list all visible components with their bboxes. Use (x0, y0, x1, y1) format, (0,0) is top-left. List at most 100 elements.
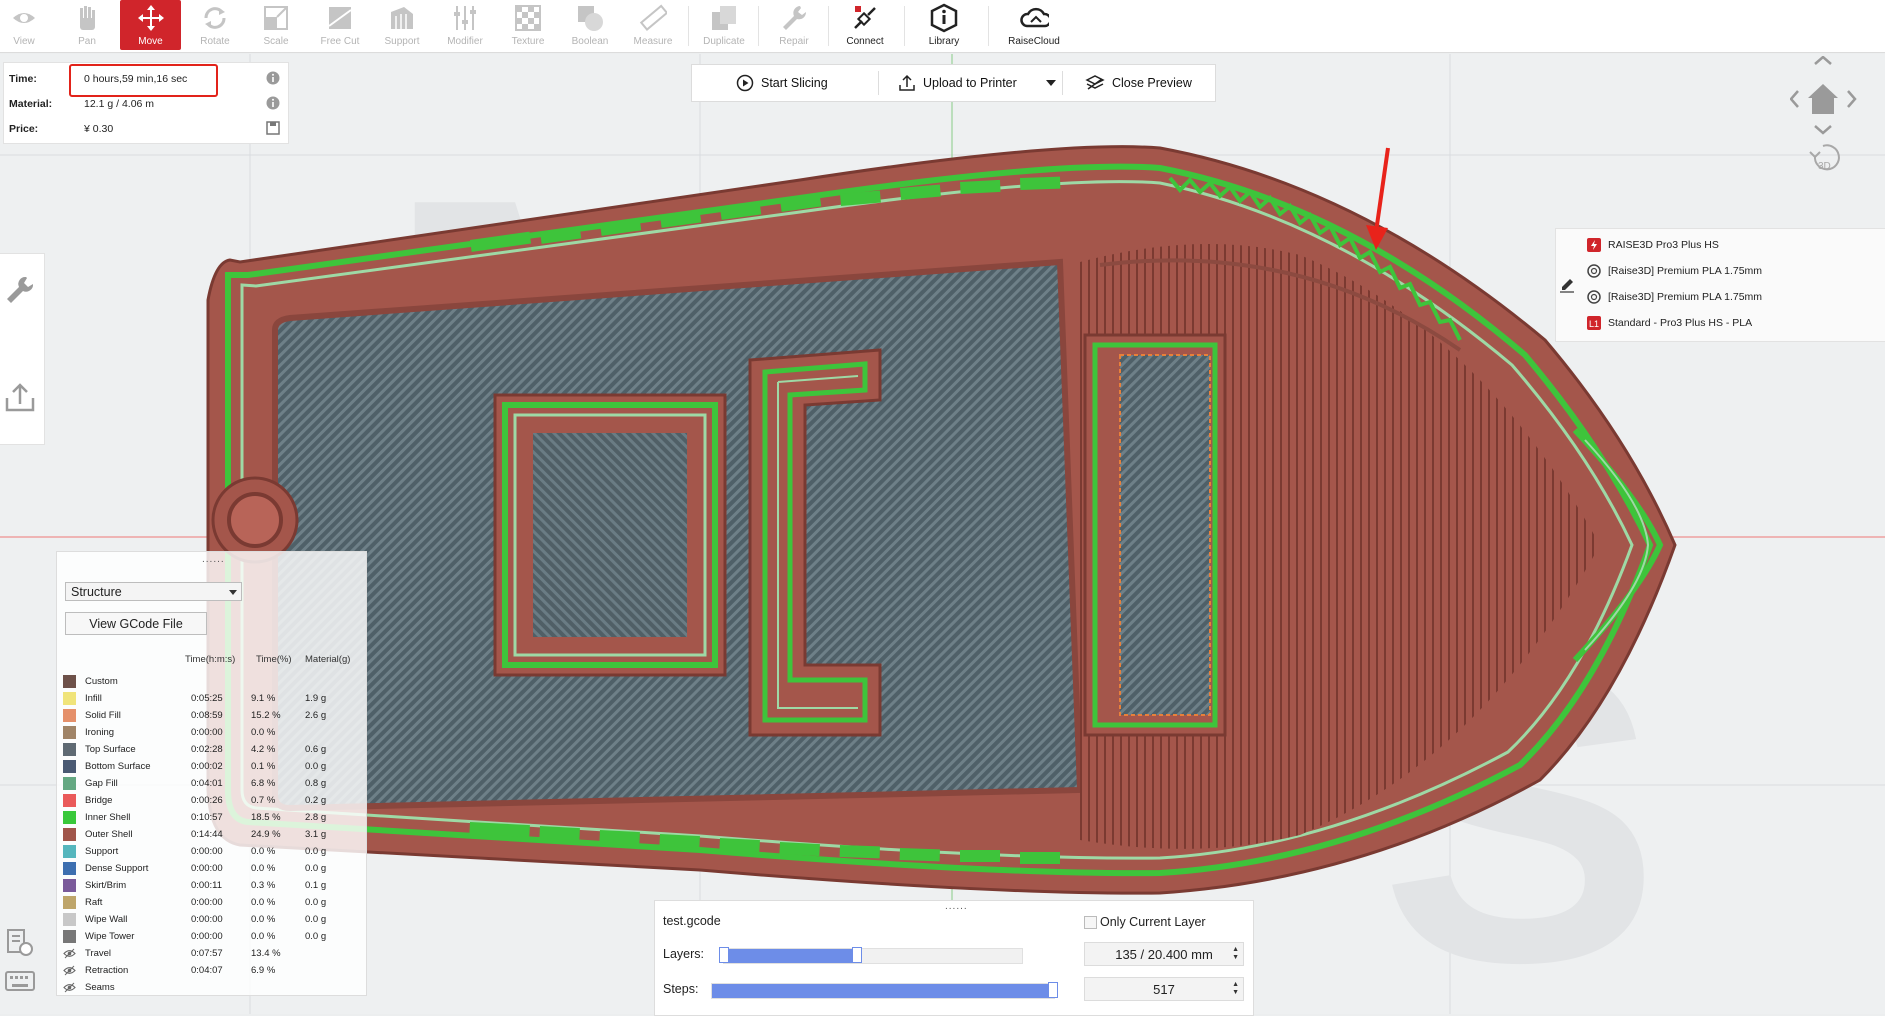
legend-row[interactable]: Wipe Wall 0:00:00 0.0 % 0.0 g (63, 911, 363, 928)
color-swatch[interactable] (63, 726, 76, 739)
modifier-tool-button[interactable]: Modifier (443, 0, 487, 50)
library-button[interactable]: Library (922, 0, 966, 50)
filament-right-row[interactable]: [Raise3D] Premium PLA 1.75mm (1586, 287, 1762, 307)
legend-row[interactable]: Inner Shell 0:10:57 18.5 % 2.8 g (63, 809, 363, 826)
legend-row[interactable]: Solid Fill 0:08:59 15.2 % 2.6 g (63, 707, 363, 724)
legend-row[interactable]: Seams (63, 979, 363, 996)
layers-value-field[interactable]: 135 / 20.400 mm ▲ ▼ (1084, 942, 1244, 966)
visibility-icon[interactable] (63, 947, 76, 960)
stepper-arrows-icon[interactable]: ▲ ▼ (1232, 946, 1239, 962)
repair-tool-button[interactable]: Repair (774, 0, 814, 50)
legend-row[interactable]: Custom (63, 673, 363, 690)
boolean-icon (575, 3, 605, 33)
legend-row[interactable]: Bridge 0:00:26 0.7 % 0.2 g (63, 792, 363, 809)
view-gcode-button[interactable]: View GCode File (65, 612, 207, 635)
view-up-icon[interactable] (1814, 55, 1832, 65)
color-swatch[interactable] (63, 896, 76, 909)
boolean-tool-button[interactable]: Boolean (568, 0, 612, 50)
rotate-tool-button[interactable]: Rotate (195, 0, 235, 50)
raisecloud-button[interactable]: RaiseCloud (1004, 0, 1064, 50)
color-swatch[interactable] (63, 794, 76, 807)
legend-row[interactable]: Top Surface 0:02:28 4.2 % 0.6 g (63, 741, 363, 758)
legend-row[interactable]: Retraction 0:04:07 6.9 % (63, 962, 363, 979)
color-swatch[interactable] (63, 675, 76, 688)
color-swatch[interactable] (63, 930, 76, 943)
color-swatch[interactable] (63, 828, 76, 841)
view-down-icon[interactable] (1814, 125, 1832, 135)
printer-row[interactable]: RAISE3D Pro3 Plus HS (1586, 235, 1719, 255)
legend-time: 0:00:26 (191, 795, 223, 806)
support-icon (387, 3, 417, 33)
filament-spool-icon (1586, 289, 1602, 305)
duplicate-icon (709, 3, 739, 33)
legend-row[interactable]: Wipe Tower 0:00:00 0.0 % 0.0 g (63, 928, 363, 945)
steps-slider-handle[interactable] (1048, 982, 1058, 998)
export-icon[interactable] (4, 381, 36, 413)
legend-row[interactable]: Gap Fill 0:04:01 6.8 % 0.8 g (63, 775, 363, 792)
support-tool-button[interactable]: Support (380, 0, 424, 50)
only-current-layer-checkbox[interactable] (1084, 916, 1097, 929)
drag-handle[interactable]: ...... (945, 901, 968, 912)
color-swatch[interactable] (63, 777, 76, 790)
save-icon[interactable] (266, 121, 280, 135)
home-view-icon[interactable] (1808, 84, 1838, 114)
legend-row[interactable]: Bottom Surface 0:00:02 0.1 % 0.0 g (63, 758, 363, 775)
legend-row[interactable]: Support 0:00:00 0.0 % 0.0 g (63, 843, 363, 860)
visibility-icon[interactable] (63, 981, 76, 994)
color-swatch[interactable] (63, 709, 76, 722)
move-tool-button[interactable]: Move (120, 0, 181, 50)
view-left-icon[interactable] (1789, 90, 1799, 108)
scale-tool-button[interactable]: Scale (258, 0, 294, 50)
legend-row[interactable]: Travel 0:07:57 13.4 % (63, 945, 363, 962)
legend-name: Bridge (85, 795, 113, 806)
duplicate-tool-button[interactable]: Duplicate (699, 0, 749, 50)
drag-handle[interactable]: ...... (202, 554, 225, 565)
legend-name: Raft (85, 897, 103, 908)
measure-icon (638, 3, 668, 33)
task-list-icon[interactable] (5, 928, 35, 958)
view-tool-button[interactable]: View (6, 0, 42, 50)
wrench-icon[interactable] (4, 274, 36, 306)
legend-row[interactable]: Infill 0:05:25 9.1 % 1.9 g (63, 690, 363, 707)
color-swatch[interactable] (63, 760, 76, 773)
layers-slider[interactable] (723, 948, 1023, 964)
steps-value-field[interactable]: 517 ▲ ▼ (1084, 977, 1244, 1001)
legend-row[interactable]: Outer Shell 0:14:44 24.9 % 3.1 g (63, 826, 363, 843)
filament-left-row[interactable]: [Raise3D] Premium PLA 1.75mm (1586, 261, 1762, 281)
layers-slider-min-handle[interactable] (719, 947, 729, 963)
display-mode-select[interactable]: Structure (65, 582, 242, 601)
visibility-icon[interactable] (63, 964, 76, 977)
view-right-icon[interactable] (1847, 90, 1857, 108)
close-preview-button[interactable]: Close Preview (1085, 65, 1192, 101)
edit-pencil-icon[interactable] (1559, 277, 1575, 293)
info-icon[interactable] (266, 96, 280, 110)
legend-material: 2.6 g (305, 710, 327, 721)
keyboard-icon[interactable] (5, 970, 35, 994)
color-swatch[interactable] (63, 913, 76, 926)
layers-slider-max-handle[interactable] (852, 947, 863, 963)
legend-time: 0:00:00 (191, 727, 223, 738)
free-cut-tool-button[interactable]: Free Cut (315, 0, 365, 50)
start-slicing-button[interactable]: Start Slicing (736, 65, 828, 101)
upload-to-printer-button[interactable]: Upload to Printer (898, 65, 1017, 101)
info-icon[interactable] (266, 71, 280, 85)
pan-tool-button[interactable]: Pan (69, 0, 105, 50)
3d-view-icon[interactable]: 3D (1809, 144, 1840, 172)
legend-row[interactable]: Ironing 0:00:00 0.0 % (63, 724, 363, 741)
legend-row[interactable]: Dense Support 0:00:00 0.0 % 0.0 g (63, 860, 363, 877)
legend-row[interactable]: Skirt/Brim 0:00:11 0.3 % 0.1 g (63, 877, 363, 894)
measure-tool-button[interactable]: Measure (630, 0, 676, 50)
connect-button[interactable]: Connect (842, 0, 888, 50)
color-swatch[interactable] (63, 743, 76, 756)
legend-row[interactable]: Raft 0:00:00 0.0 % 0.0 g (63, 894, 363, 911)
color-swatch[interactable] (63, 811, 76, 824)
texture-tool-button[interactable]: Texture (508, 0, 548, 50)
gcode-filename: test.gcode (663, 914, 721, 928)
stepper-arrows-icon[interactable]: ▲ ▼ (1232, 981, 1239, 997)
steps-slider[interactable] (711, 983, 1055, 999)
color-swatch[interactable] (63, 879, 76, 892)
profile-row[interactable]: L1 Standard - Pro3 Plus HS - PLA (1586, 313, 1752, 333)
color-swatch[interactable] (63, 862, 76, 875)
color-swatch[interactable] (63, 845, 76, 858)
color-swatch[interactable] (63, 692, 76, 705)
